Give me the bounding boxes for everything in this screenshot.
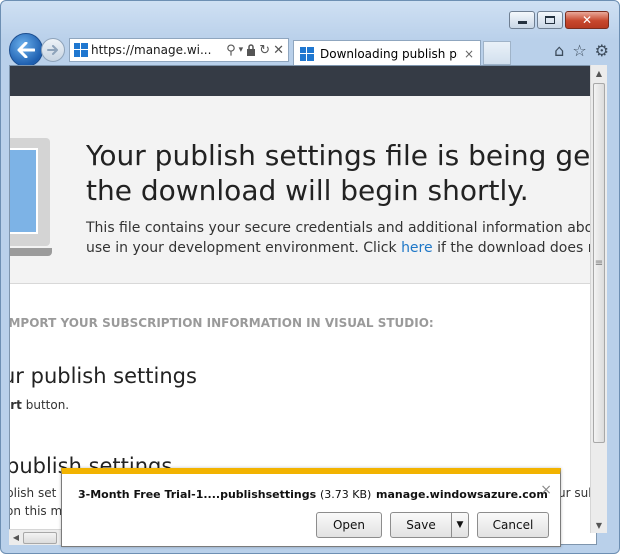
favorites-star-icon[interactable]: ☆ <box>572 41 586 60</box>
tab-close-icon[interactable]: × <box>464 47 474 61</box>
back-button[interactable] <box>9 33 43 67</box>
download-here-link[interactable]: here <box>401 240 433 256</box>
navigation-toolbar: https://manage.wi... ⚲ ▾ ↻ ✕ Downloading… <box>9 33 611 67</box>
lock-icon[interactable] <box>246 44 256 56</box>
dropdown-chevron-icon[interactable]: ▾ <box>239 45 244 55</box>
tab-title: Downloading publish pro... <box>320 46 458 61</box>
window-caption-buttons: ✕ <box>509 11 609 29</box>
vertical-scrollbar[interactable]: ▲ ≡ ▼ <box>590 65 607 533</box>
download-filename: 3-Month Free Trial-1....publishsettings … <box>78 488 371 501</box>
open-button[interactable]: Open <box>316 512 382 538</box>
command-icons: ⌂ ☆ ⚙ <box>554 41 611 60</box>
forward-button[interactable] <box>41 38 65 62</box>
close-notification-icon[interactable]: × <box>540 482 552 498</box>
scroll-grip-icon: ≡ <box>594 257 604 269</box>
maximize-button[interactable] <box>537 11 563 29</box>
step1-heading: ur publish settings <box>9 364 197 388</box>
search-icon[interactable]: ⚲ <box>226 44 236 57</box>
filename-text: 3-Month Free Trial-1....publishsettings <box>78 488 317 501</box>
chevron-down-icon: ▼ <box>456 520 464 530</box>
minimize-icon <box>517 21 527 24</box>
horizontal-scrollbar[interactable]: ◀ <box>9 529 67 545</box>
maximize-icon <box>545 16 555 24</box>
new-tab-button[interactable] <box>483 41 511 65</box>
scroll-up-arrow-icon[interactable]: ▲ <box>591 65 607 81</box>
windows-logo-icon <box>300 46 314 61</box>
heading-line-2: the download will begin shortly. <box>86 174 529 207</box>
portal-top-bar <box>10 66 596 96</box>
laptop-screen <box>10 148 38 234</box>
laptop-base <box>10 248 52 256</box>
scroll-left-arrow-icon[interactable]: ◀ <box>9 533 23 542</box>
steps-header: IMPORT YOUR SUBSCRIPTION INFORMATION IN … <box>9 316 434 330</box>
step2-line-2: on this m <box>9 504 63 518</box>
desc-line-2-after: if the download does not st <box>437 240 596 256</box>
step1-text: ort button. <box>10 398 70 412</box>
laptop-illustration <box>10 138 52 256</box>
refresh-icon[interactable]: ↻ <box>259 44 270 57</box>
stop-icon[interactable]: ✕ <box>273 44 284 57</box>
heading-line-1: Your publish settings file is being gene <box>86 139 597 172</box>
download-hero: Your publish settings file is being gene… <box>10 96 596 284</box>
close-icon: ✕ <box>581 13 593 27</box>
tools-gear-icon[interactable]: ⚙ <box>595 41 609 60</box>
tab-downloading[interactable]: Downloading publish pro... × <box>293 40 481 66</box>
forward-icon <box>47 45 58 55</box>
step2-line-1: blish set <box>9 486 57 500</box>
back-icon <box>17 42 35 58</box>
address-url[interactable]: https://manage.wi... <box>91 43 223 57</box>
download-notification-bar: 3-Month Free Trial-1....publishsettings … <box>61 468 561 547</box>
browser-window: ✕ https://manage.wi... ⚲ ▾ ↻ ✕ Downloadi… <box>0 0 620 554</box>
desc-line-2-before: use in your development environment. Cli… <box>86 240 402 256</box>
home-icon[interactable]: ⌂ <box>554 41 564 60</box>
address-bar[interactable]: https://manage.wi... ⚲ ▾ ↻ ✕ <box>69 38 289 62</box>
horizontal-scroll-thumb[interactable] <box>23 531 57 544</box>
close-window-button[interactable]: ✕ <box>565 11 609 29</box>
step1-rest: button. <box>21 398 70 412</box>
hero-description: This file contains your secure credentia… <box>86 218 597 258</box>
download-host: manage.windowsazure.com <box>376 488 548 501</box>
save-button[interactable]: Save <box>390 512 452 538</box>
vertical-scroll-thumb[interactable]: ≡ <box>593 83 605 443</box>
step1-bold: ort <box>10 398 22 412</box>
save-options-dropdown[interactable]: ▼ <box>451 512 469 538</box>
desc-line-1: This file contains your secure credentia… <box>86 220 597 236</box>
file-size: (3.73 KB) <box>319 488 372 501</box>
windows-logo-icon <box>74 43 88 57</box>
scroll-down-arrow-icon[interactable]: ▼ <box>591 517 607 533</box>
page-heading: Your publish settings file is being gene… <box>86 138 597 208</box>
minimize-button[interactable] <box>509 11 535 29</box>
cancel-button[interactable]: Cancel <box>477 512 549 538</box>
